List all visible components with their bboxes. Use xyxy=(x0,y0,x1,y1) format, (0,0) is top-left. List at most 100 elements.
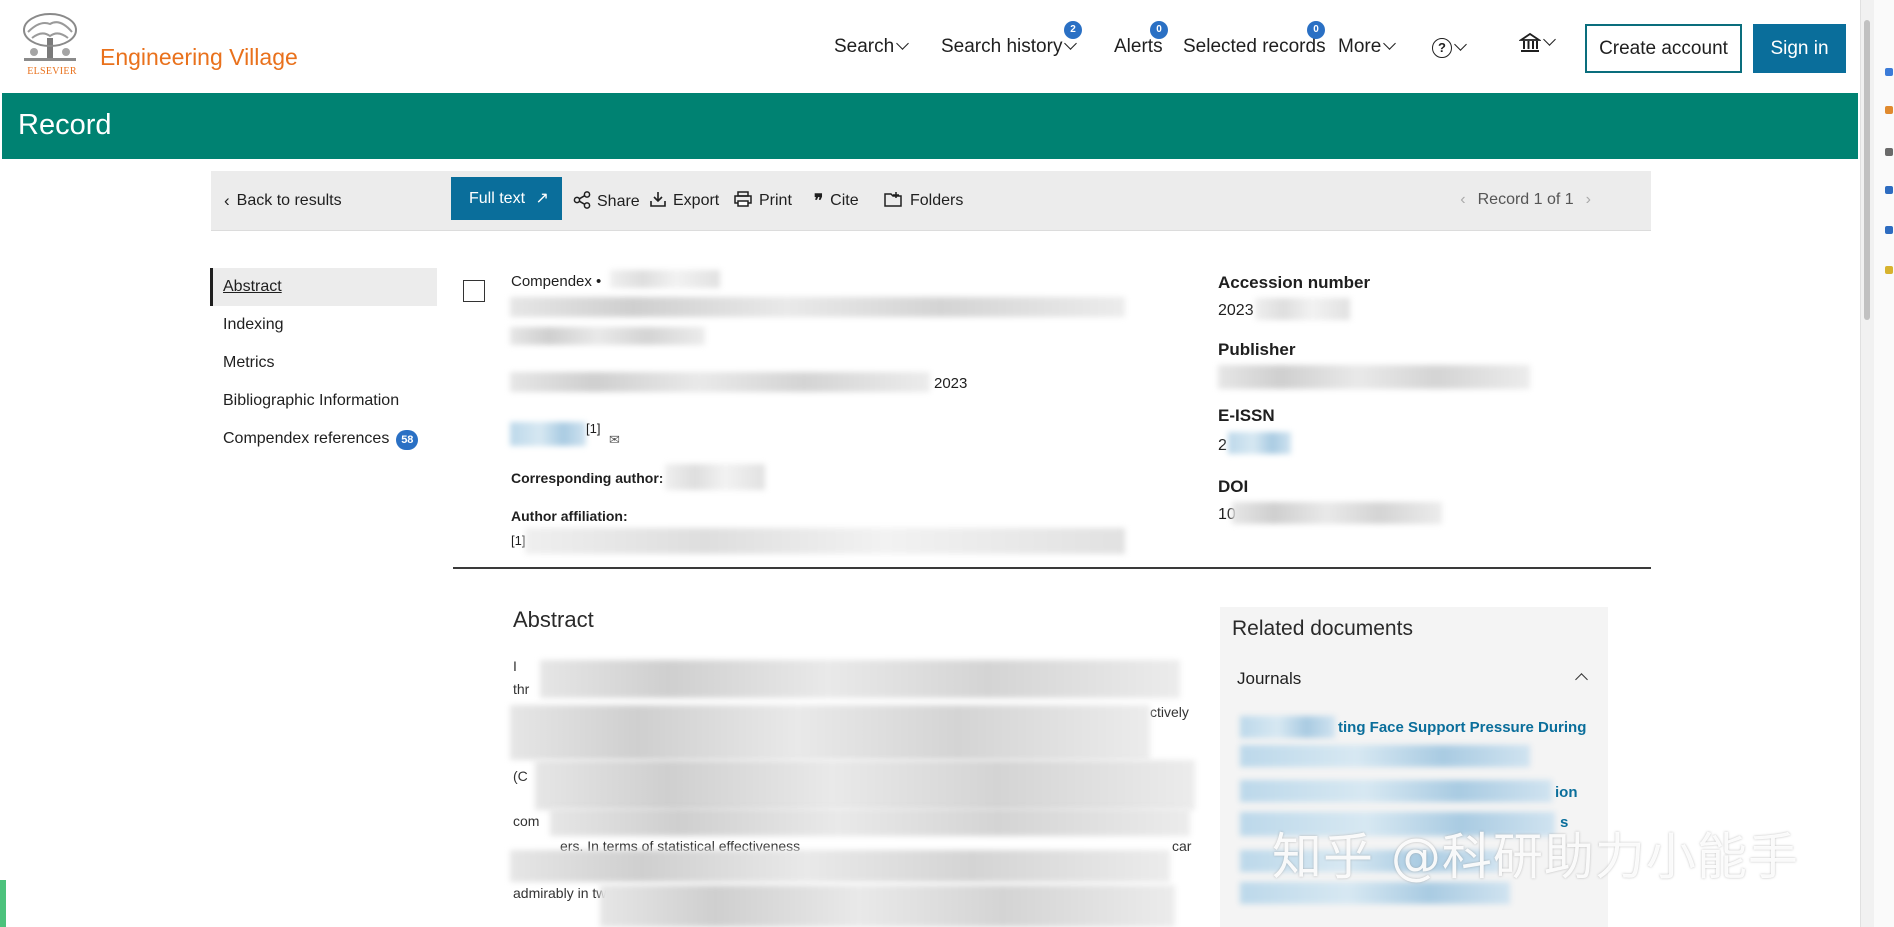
folders-label: Folders xyxy=(910,192,964,209)
journals-section-toggle[interactable]: Journals xyxy=(1237,669,1301,689)
abstract-fragment: (C xyxy=(513,768,528,784)
nav-more[interactable]: More xyxy=(1338,36,1397,58)
related-documents-heading: Related documents xyxy=(1232,617,1413,640)
help-menu[interactable]: ? xyxy=(1432,37,1467,59)
elsevier-tree-icon xyxy=(23,13,77,61)
create-account-button[interactable]: Create account xyxy=(1585,24,1742,73)
page-banner: Record xyxy=(2,93,1858,159)
chevron-down-icon xyxy=(1383,37,1397,50)
sign-in-button[interactable]: Sign in xyxy=(1753,24,1846,73)
abstract-fragment: car xyxy=(1172,838,1192,854)
help-icon: ? xyxy=(1432,37,1452,58)
redacted-abstract-block xyxy=(510,705,1150,760)
eissn-value: 2 xyxy=(1218,437,1227,454)
cite-button[interactable]: ❞ Cite xyxy=(814,191,859,211)
elsevier-logo[interactable]: ELSEVIER xyxy=(20,12,84,78)
nav-selected-records[interactable]: Selected records xyxy=(1183,36,1326,58)
chevron-down-icon xyxy=(1454,38,1467,51)
doi-label: DOI xyxy=(1218,477,1249,496)
chevron-down-icon xyxy=(896,37,910,50)
nav-alerts[interactable]: Alerts xyxy=(1114,36,1163,58)
back-to-results-label: Back to results xyxy=(236,192,342,209)
redacted-abstract-block xyxy=(540,660,1180,698)
source-year: 2023 xyxy=(934,375,968,392)
redacted-abstract-block xyxy=(510,850,1170,882)
engineering-village-brand[interactable]: Engineering Village xyxy=(100,44,298,71)
elsevier-wordmark: ELSEVIER xyxy=(27,66,77,77)
institution-menu[interactable] xyxy=(1518,32,1556,54)
redacted-related-link[interactable] xyxy=(1240,745,1530,767)
database-name: Compendex xyxy=(511,273,592,290)
compendex-references-label: Compendex references xyxy=(223,430,390,447)
nav-search-label: Search xyxy=(834,36,895,57)
sidebar-app-icon[interactable] xyxy=(1885,68,1893,76)
quote-icon: ❞ xyxy=(814,191,824,211)
sidebar-app-icon[interactable] xyxy=(1885,266,1893,274)
folders-button[interactable]: Folders xyxy=(884,191,963,210)
export-label: Export xyxy=(673,192,720,209)
print-label: Print xyxy=(759,192,792,209)
full-text-button[interactable]: Full text ↗ xyxy=(451,177,562,220)
abstract-fragment: I xyxy=(513,658,517,674)
redacted-abstract-block xyxy=(600,885,1175,927)
related-document-link[interactable]: ting Face Support Pressure During xyxy=(1338,719,1586,736)
section-link-metrics[interactable]: Metrics xyxy=(210,344,437,382)
section-link-compendex-references[interactable]: Compendex references 58 xyxy=(210,420,437,458)
nav-search-history[interactable]: Search history xyxy=(941,36,1078,58)
redacted-accession-number xyxy=(1255,298,1350,320)
sidebar-app-icon[interactable] xyxy=(1885,186,1893,194)
cite-label: Cite xyxy=(830,192,859,209)
redacted-related-link[interactable] xyxy=(1240,780,1552,802)
institution-icon xyxy=(1518,32,1542,52)
redacted-abstract-block xyxy=(535,760,1195,810)
print-icon xyxy=(734,191,752,207)
nav-search-history-label: Search history xyxy=(941,36,1063,57)
database-label: Compendex • xyxy=(511,273,602,290)
references-count-badge: 58 xyxy=(396,430,419,450)
next-record-icon[interactable]: › xyxy=(1586,191,1591,208)
section-link-abstract[interactable]: Abstract xyxy=(210,268,437,306)
previous-record-icon[interactable]: ‹ xyxy=(1460,191,1465,208)
corresponding-author-label: Corresponding author: xyxy=(511,470,664,486)
redacted-eissn xyxy=(1228,432,1291,454)
redacted-doi xyxy=(1232,502,1442,524)
redacted-publisher xyxy=(1218,365,1530,389)
redacted-corresponding-author xyxy=(665,464,765,490)
section-divider xyxy=(453,567,1651,569)
redacted-title-line-2 xyxy=(510,327,705,345)
related-document-link[interactable]: ion xyxy=(1555,784,1578,801)
section-link-bibliographic-information[interactable]: Bibliographic Information xyxy=(210,382,437,420)
browser-side-rail xyxy=(1874,0,1894,927)
abstract-fragment: thr xyxy=(513,681,530,697)
abstract-fragment: admirably in tw xyxy=(513,885,607,901)
redacted-source xyxy=(510,372,930,392)
nav-search[interactable]: Search xyxy=(834,36,910,58)
record-position: Record 1 of 1 xyxy=(1477,191,1574,208)
nav-more-label: More xyxy=(1338,36,1382,57)
redacted-doc-type xyxy=(610,270,720,288)
record-toolbar: ‹ Back to results Full text ↗ Share Expor… xyxy=(211,171,1651,231)
alerts-count-badge: 0 xyxy=(1150,21,1168,39)
affiliation-ref: [1] xyxy=(511,533,526,548)
sidebar-app-icon[interactable] xyxy=(1885,148,1893,156)
external-link-icon: ↗ xyxy=(535,190,549,207)
scrollbar-thumb[interactable] xyxy=(1864,20,1870,320)
select-record-checkbox[interactable] xyxy=(463,280,485,302)
redacted-related-link[interactable] xyxy=(1240,716,1335,738)
accession-number-label: Accession number xyxy=(1218,273,1371,292)
share-icon xyxy=(573,191,591,209)
share-button[interactable]: Share xyxy=(573,191,640,211)
record-section-nav: Abstract Indexing Metrics Bibliographic … xyxy=(210,268,437,458)
section-link-indexing[interactable]: Indexing xyxy=(210,306,437,344)
print-button[interactable]: Print xyxy=(734,191,792,210)
full-text-label: Full text xyxy=(469,190,526,207)
page-title: Record xyxy=(18,109,112,141)
redacted-author-link[interactable] xyxy=(510,422,586,446)
email-icon[interactable]: ✉ xyxy=(609,432,620,448)
chevron-up-icon[interactable] xyxy=(1575,673,1588,686)
export-button[interactable]: Export xyxy=(650,191,719,210)
back-to-results-link[interactable]: ‹ Back to results xyxy=(224,191,342,211)
export-icon xyxy=(650,192,666,207)
sidebar-app-icon[interactable] xyxy=(1885,106,1893,114)
sidebar-app-icon[interactable] xyxy=(1885,226,1893,234)
